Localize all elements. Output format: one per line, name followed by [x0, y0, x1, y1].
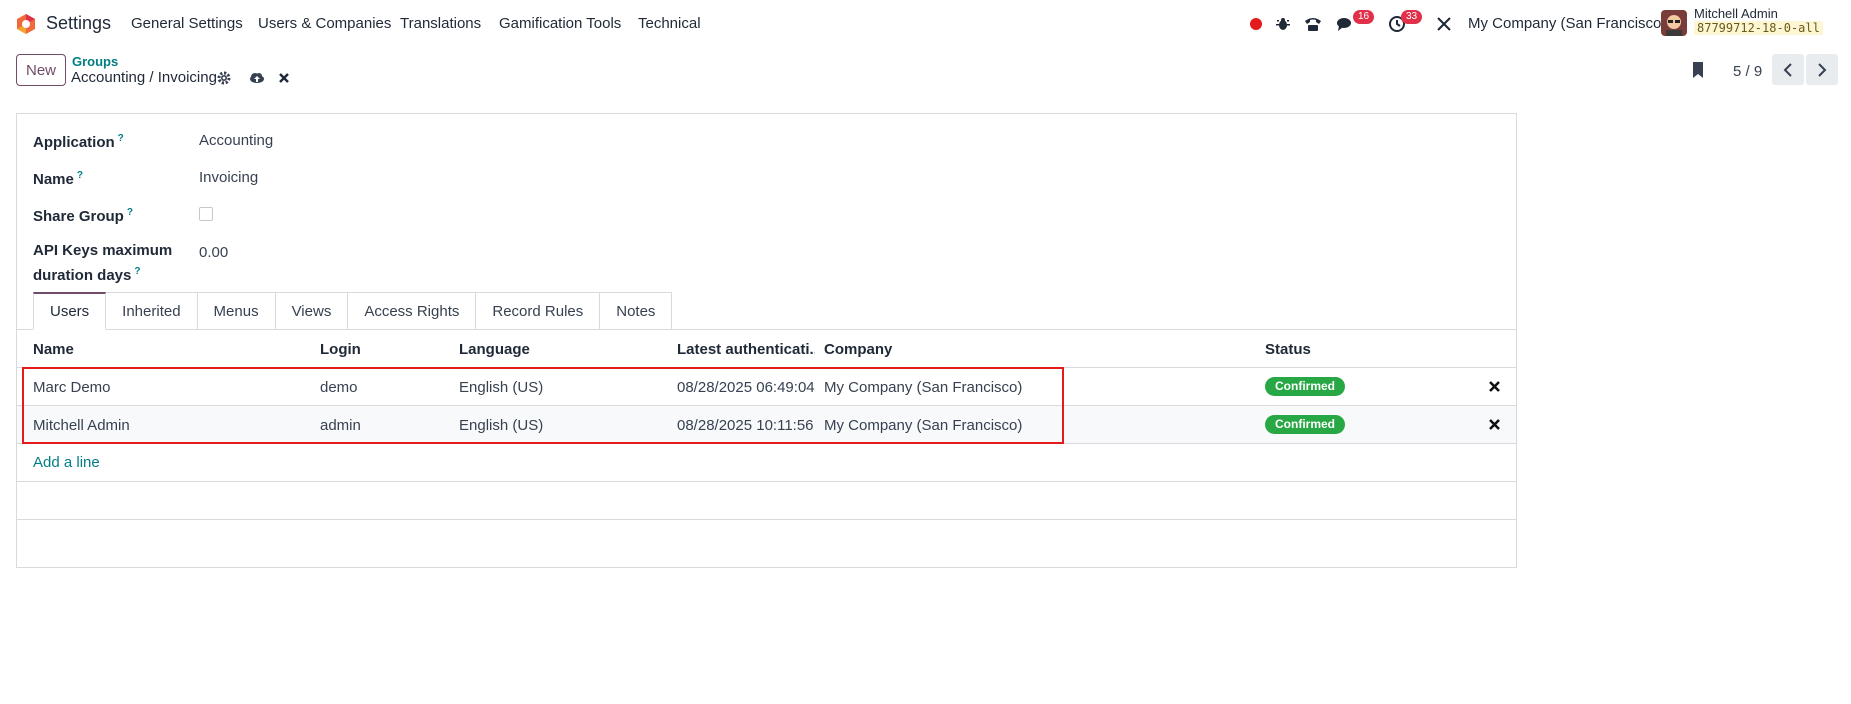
application-field[interactable]: Accounting [199, 132, 273, 149]
share-group-label-text: Share Group [33, 208, 124, 225]
cell-login[interactable]: demo [320, 379, 358, 396]
discard-close-icon[interactable] [276, 70, 292, 86]
name-field[interactable]: Invoicing [199, 169, 258, 186]
tools-icon[interactable] [1434, 14, 1454, 34]
menu-general-settings[interactable]: General Settings [131, 15, 243, 32]
empty-table-row [17, 482, 1516, 520]
menu-technical[interactable]: Technical [638, 15, 701, 32]
database-name: 87799712-18-0-all [1694, 21, 1823, 35]
cell-language[interactable]: English (US) [459, 417, 543, 434]
bookmark-icon[interactable] [1690, 62, 1706, 78]
notebook-tabs: Users Inherited Menus Views Access Right… [33, 292, 673, 330]
tab-notes[interactable]: Notes [600, 292, 673, 330]
name-label: Name? [33, 165, 83, 190]
help-tooltip-icon[interactable]: ? [134, 266, 140, 277]
tab-views[interactable]: Views [275, 292, 349, 330]
api-keys-label-line1: API Keys maximum [33, 242, 173, 259]
api-keys-field[interactable]: 0.00 [199, 244, 228, 261]
tab-access-rights[interactable]: Access Rights [348, 292, 477, 330]
column-header-language[interactable]: Language [459, 341, 530, 358]
help-tooltip-icon[interactable]: ? [127, 207, 133, 218]
cloud-upload-icon[interactable] [249, 70, 265, 86]
cell-company[interactable]: My Company (San Francisco) [824, 379, 1022, 396]
tab-users[interactable]: Users [33, 292, 107, 330]
cell-company[interactable]: My Company (San Francisco) [824, 417, 1022, 434]
form-sheet: Application? Accounting Name? Invoicing … [16, 113, 1517, 568]
column-header-status[interactable]: Status [1265, 341, 1311, 358]
menu-gamification-tools[interactable]: Gamification Tools [499, 15, 621, 32]
record-dot-icon[interactable] [1246, 14, 1266, 34]
top-navbar: Settings General Settings Users & Compan… [0, 0, 1851, 46]
status-badge: Confirmed [1265, 415, 1345, 434]
company-switcher[interactable]: My Company (San Francisco) [1468, 15, 1666, 32]
share-group-checkbox[interactable] [199, 207, 213, 221]
gear-icon[interactable] [216, 70, 232, 86]
activity-count-badge: 33 [1401, 10, 1423, 24]
record-title: Accounting / Invoicing [71, 69, 217, 86]
odoo-logo-icon[interactable] [15, 13, 37, 35]
table-row[interactable]: Mitchell Admin admin English (US) 08/28/… [17, 406, 1516, 444]
tab-record-rules[interactable]: Record Rules [476, 292, 601, 330]
application-label-text: Application [33, 134, 115, 151]
user-avatar[interactable] [1661, 10, 1687, 36]
share-group-label: Share Group? [33, 202, 133, 227]
tab-inherited[interactable]: Inherited [106, 292, 198, 330]
pager-value[interactable]: 5 / 9 [1733, 63, 1762, 80]
add-line-row [17, 444, 1516, 482]
delete-row-icon[interactable] [1487, 417, 1501, 431]
bug-icon[interactable] [1273, 14, 1293, 34]
cell-name[interactable]: Mitchell Admin [33, 417, 130, 434]
api-keys-label-line2: duration days [33, 267, 132, 284]
status-badge: Confirmed [1265, 377, 1345, 396]
cell-latest-authentication[interactable]: 08/28/2025 06:49:04 [677, 379, 815, 396]
name-label-text: Name [33, 171, 74, 188]
cell-latest-authentication[interactable]: 08/28/2025 10:11:56 [677, 417, 814, 434]
delete-row-icon[interactable] [1487, 379, 1501, 393]
phone-icon[interactable] [1303, 14, 1323, 34]
menu-translations[interactable]: Translations [400, 15, 481, 32]
help-tooltip-icon[interactable]: ? [118, 133, 124, 144]
menu-users-companies[interactable]: Users & Companies [258, 15, 391, 32]
chat-count-badge: 16 [1353, 10, 1375, 24]
column-header-login[interactable]: Login [320, 341, 361, 358]
new-button[interactable]: New [16, 54, 66, 86]
control-panel: New Groups Accounting / Invoicing 5 / 9 [0, 46, 1851, 106]
help-tooltip-icon[interactable]: ? [77, 170, 83, 181]
pager-next-button[interactable] [1806, 54, 1838, 85]
column-header-name[interactable]: Name [33, 341, 74, 358]
user-name[interactable]: Mitchell Admin [1694, 6, 1778, 21]
column-header-company[interactable]: Company [824, 341, 892, 358]
pager-previous-button[interactable] [1772, 54, 1804, 85]
column-header-latest-authentication[interactable]: Latest authenticati... [677, 341, 815, 358]
application-label: Application? [33, 128, 124, 153]
table-row[interactable]: Marc Demo demo English (US) 08/28/2025 0… [17, 368, 1516, 406]
app-name[interactable]: Settings [46, 13, 111, 34]
api-keys-label: API Keys maximum duration days? [33, 240, 172, 286]
users-table-header: Name Login Language Latest authenticati.… [17, 330, 1516, 368]
cell-login[interactable]: admin [320, 417, 361, 434]
tab-menus[interactable]: Menus [197, 292, 276, 330]
cell-language[interactable]: English (US) [459, 379, 543, 396]
breadcrumb-groups[interactable]: Groups [72, 54, 118, 69]
cell-name[interactable]: Marc Demo [33, 379, 111, 396]
